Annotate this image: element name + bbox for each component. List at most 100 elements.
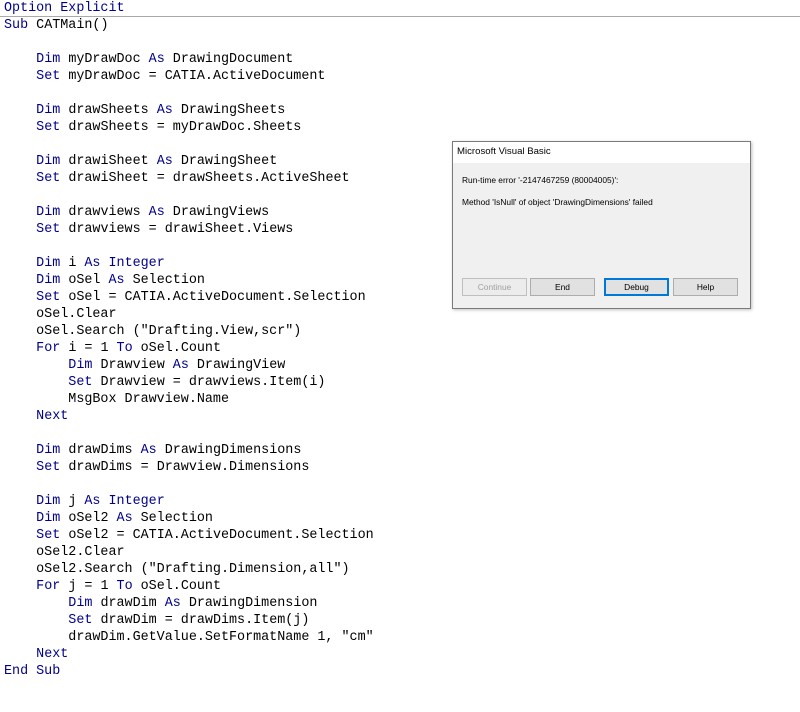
dialog-titlebar[interactable]: Microsoft Visual Basic — [453, 142, 750, 163]
code-line: Set myDrawDoc = CATIA.ActiveDocument — [4, 68, 325, 85]
code-line: Dim Drawview As DrawingView — [4, 357, 285, 374]
code-token: i — [68, 256, 85, 271]
code-token: DrawingDocument — [172, 52, 294, 67]
code-line: oSel2.Clear — [4, 544, 124, 561]
keyword-token: As — [140, 443, 165, 458]
code-line: Dim drawiSheet As DrawingSheet — [4, 153, 277, 170]
code-token: oSel.Clear — [4, 307, 117, 322]
keyword-token: Option Explicit — [4, 1, 125, 16]
code-token: DrawingSheet — [180, 154, 278, 169]
keyword-token: Next — [36, 409, 69, 424]
keyword-token: Dim — [36, 154, 69, 169]
keyword-token: As — [116, 511, 141, 526]
code-token: drawDim = drawDims.Item(j) — [100, 613, 310, 628]
error-message-text: Method 'IsNull' of object 'DrawingDimens… — [462, 197, 653, 207]
code-token: oSel.Count — [140, 579, 221, 594]
code-token: drawviews = drawiSheet.Views — [68, 222, 294, 237]
code-token: myDrawDoc = CATIA.ActiveDocument — [68, 69, 326, 84]
code-token: DrawingDimension — [188, 596, 318, 611]
end-button[interactable]: End — [530, 278, 595, 296]
code-line: Next — [4, 646, 68, 663]
error-code-text: Run-time error '-2147467259 (80004005)': — [462, 175, 619, 185]
keyword-token: Set — [36, 460, 69, 475]
keyword-token: As — [156, 103, 181, 118]
keyword-token: Set — [36, 120, 69, 135]
continue-button[interactable]: Continue — [462, 278, 527, 296]
code-token: oSel2 = CATIA.ActiveDocument.Selection — [68, 528, 374, 543]
code-line: oSel2.Search ("Drafting.Dimension,all") — [4, 561, 349, 578]
code-line: Set drawDims = Drawview.Dimensions — [4, 459, 309, 476]
code-line: Dim oSel As Selection — [4, 272, 205, 289]
keyword-token: As — [108, 273, 133, 288]
help-button[interactable]: Help — [673, 278, 738, 296]
code-token: oSel — [68, 273, 109, 288]
dialog-title: Microsoft Visual Basic — [457, 146, 551, 157]
keyword-token: Dim — [68, 358, 101, 373]
code-token: Selection — [132, 273, 205, 288]
code-line: Dim drawDims As DrawingDimensions — [4, 442, 301, 459]
code-editor[interactable]: Option Explicit Sub CATMain() Dim myDrawD… — [0, 0, 800, 712]
code-line: Dim i As Integer — [4, 255, 165, 272]
code-token: oSel = CATIA.ActiveDocument.Selection — [68, 290, 366, 305]
keyword-token: Dim — [36, 103, 69, 118]
keyword-token: Next — [36, 647, 69, 662]
code-line: Dim myDrawDoc As DrawingDocument — [4, 51, 293, 68]
code-token: oSel.Search ("Drafting.View,scr") — [4, 324, 302, 339]
keyword-token: Set — [36, 171, 69, 186]
code-token: drawSheets = myDrawDoc.Sheets — [68, 120, 302, 135]
keyword-token: Dim — [36, 273, 69, 288]
code-line: Set oSel2 = CATIA.ActiveDocument.Selecti… — [4, 527, 374, 544]
keyword-token: As — [156, 154, 181, 169]
keyword-token: Dim — [36, 494, 69, 509]
code-line: oSel.Clear — [4, 306, 117, 323]
code-line: Set oSel = CATIA.ActiveDocument.Selectio… — [4, 289, 366, 306]
keyword-token: Dim — [36, 256, 69, 271]
code-line: Set drawDim = drawDims.Item(j) — [4, 612, 309, 629]
code-token: Drawview — [100, 358, 173, 373]
code-token: myDrawDoc — [68, 52, 149, 67]
code-token: oSel.Count — [140, 341, 221, 356]
code-token: drawDims — [68, 443, 141, 458]
keyword-token: Dim — [36, 511, 69, 526]
dialog-body: Run-time error '-2147467259 (80004005)':… — [453, 163, 750, 308]
code-token: DrawingDimensions — [164, 443, 302, 458]
keyword-token: For — [36, 579, 69, 594]
keyword-token: For — [36, 341, 69, 356]
keyword-token: As — [164, 596, 189, 611]
code-token: CATMain() — [36, 18, 109, 33]
code-line: Set drawSheets = myDrawDoc.Sheets — [4, 119, 301, 136]
code-token: Drawview = drawviews.Item(i) — [100, 375, 326, 390]
keyword-token: Set — [68, 375, 101, 390]
debug-button[interactable]: Debug — [604, 278, 669, 296]
code-token: DrawingSheets — [180, 103, 286, 118]
code-token: drawiSheet = drawSheets.ActiveSheet — [68, 171, 350, 186]
code-line: drawDim.GetValue.SetFormatName 1, "cm" — [4, 629, 373, 646]
code-token: drawDims = Drawview.Dimensions — [68, 460, 310, 475]
keyword-token: As — [148, 52, 173, 67]
code-line: Sub CATMain() — [4, 17, 108, 34]
code-token: j = 1 — [68, 579, 117, 594]
code-line: For j = 1 To oSel.Count — [4, 578, 221, 595]
keyword-token: Dim — [68, 596, 101, 611]
code-token: DrawingViews — [172, 205, 270, 220]
code-line: Set drawviews = drawiSheet.Views — [4, 221, 293, 238]
code-token: i = 1 — [68, 341, 117, 356]
code-line: Dim j As Integer — [4, 493, 165, 510]
code-line: Option Explicit — [4, 0, 125, 17]
keyword-token: As Integer — [84, 256, 165, 271]
